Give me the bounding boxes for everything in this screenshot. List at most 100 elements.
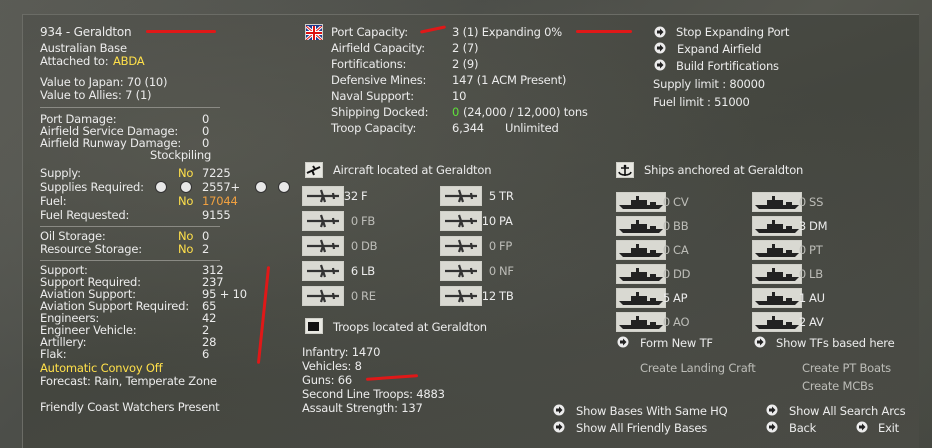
ship-type-code: CV <box>673 195 689 209</box>
supply-flag[interactable]: No <box>178 167 193 180</box>
fuel-value: 17044 <box>202 194 238 208</box>
show-all-search-arcs-button[interactable]: Show All Search Arcs <box>789 405 906 418</box>
show-tfs-based-here-button[interactable]: Show TFs based here <box>776 337 895 350</box>
troops-infantry: Infantry: 1470 <box>302 345 381 359</box>
ship-count: 0 <box>662 195 670 209</box>
forecast: Forecast: Rain, Temperate Zone <box>40 374 217 388</box>
troops-guns: Guns: 66 <box>302 373 353 387</box>
aircraft-type-code: TB <box>499 289 514 303</box>
show-bases-same-hq-button[interactable]: Show Bases With Same HQ <box>576 405 728 418</box>
ship-type-code: SS <box>809 195 824 209</box>
ship-count: 5 <box>662 291 670 305</box>
form-new-tf-button[interactable]: Form New TF <box>640 337 713 350</box>
aircraft-type-code: LB <box>361 264 375 278</box>
shipping-docked-value: (24,000 / 12,000) tons <box>463 105 588 119</box>
shipping-docked-count: 0 <box>452 105 460 119</box>
ship-count: 3 <box>798 219 806 233</box>
supply-value: 7225 <box>202 166 231 180</box>
supply-increase-button[interactable] <box>255 181 267 193</box>
back-button[interactable]: Back <box>789 422 816 435</box>
ship-count: 1 <box>798 291 806 305</box>
aircraft-count: 0 <box>488 239 496 253</box>
arrow-right-icon[interactable] <box>553 404 565 416</box>
supply-decrease-big-button[interactable] <box>155 181 167 193</box>
troop-capacity-label: Troop Capacity: <box>331 121 417 135</box>
attached-label: Attached to: <box>40 54 109 68</box>
defensive-mines-label: Defensive Mines: <box>331 73 427 87</box>
flak-value: 6 <box>202 347 210 361</box>
ship-type-code: PT <box>809 243 823 257</box>
exit-button[interactable]: Exit <box>878 422 899 435</box>
stockpiling-label: Stockpiling <box>150 148 212 162</box>
build-fortifications-button[interactable]: Build Fortifications <box>676 60 779 73</box>
value-allies: Value to Allies: 7 (1) <box>40 88 152 102</box>
supplies-required-label: Supplies Required: <box>40 180 144 194</box>
aircraft-type-code: PA <box>499 214 513 228</box>
arrow-right-icon[interactable] <box>654 59 666 71</box>
expand-airfield-button[interactable]: Expand Airfield <box>677 43 761 56</box>
defensive-mines-value: 147 (1 ACM Present) <box>452 73 567 87</box>
attached-value[interactable]: ABDA <box>113 55 145 68</box>
naval-support-label: Naval Support: <box>331 89 414 103</box>
ship-count: 0 <box>662 315 670 329</box>
fuel-requested-label: Fuel Requested: <box>40 208 130 222</box>
resource-storage-flag[interactable]: No <box>178 243 193 256</box>
divider <box>40 107 220 108</box>
ship-count: 0 <box>662 219 670 233</box>
aircraft-type-code: TR <box>499 189 514 203</box>
create-landing-craft-button[interactable]: Create Landing Craft <box>640 362 756 375</box>
arrow-right-icon[interactable] <box>766 421 778 433</box>
port-capacity-label: Port Capacity: <box>331 25 408 39</box>
ships-header: Ships anchored at Geraldton <box>644 163 804 177</box>
ship-type-code: AV <box>809 315 824 329</box>
create-pt-boats-button[interactable]: Create PT Boats <box>802 362 891 375</box>
ship-type-code: DM <box>809 219 828 233</box>
arrow-right-icon[interactable] <box>617 336 629 348</box>
ship-type-code: CA <box>673 243 689 257</box>
show-all-friendly-bases-button[interactable]: Show All Friendly Bases <box>576 422 707 435</box>
arrow-right-icon[interactable] <box>654 42 666 54</box>
arrow-right-icon[interactable] <box>654 26 666 38</box>
aircraft-type-code: NF <box>499 264 514 278</box>
ship-type-code: BB <box>673 219 689 233</box>
naval-support-value: 10 <box>452 89 467 103</box>
supplies-required-value: 2557+ <box>202 180 240 194</box>
divider <box>40 226 220 227</box>
resource-storage-value: 2 <box>202 242 210 256</box>
base-title: 934 - Geraldton <box>40 25 132 39</box>
port-capacity-value: 3 (1) Expanding 0% <box>452 25 563 39</box>
fuel-requested-value: 9155 <box>202 208 231 222</box>
ship-type-code: DD <box>673 267 691 281</box>
aircraft-count: 12 <box>481 289 496 303</box>
arrow-right-icon[interactable] <box>553 421 565 433</box>
supply-increase-big-button[interactable] <box>278 181 290 193</box>
troops-assault-strength: Assault Strength: 137 <box>302 401 423 415</box>
aircraft-count: 0 <box>350 289 358 303</box>
flag-icon <box>305 318 323 334</box>
ship-type-code: AO <box>673 315 690 329</box>
ship-count: 0 <box>798 267 806 281</box>
ship-type-code: AP <box>673 291 688 305</box>
supply-label: Supply: <box>40 166 81 180</box>
coast-watchers: Friendly Coast Watchers Present <box>40 400 220 414</box>
fortifications-label: Fortifications: <box>331 57 407 71</box>
fuel-limit: Fuel limit : 51000 <box>653 95 750 109</box>
ship-count: 0 <box>662 267 670 281</box>
aircraft-count: 10 <box>481 214 496 228</box>
aircraft-icon <box>305 162 323 178</box>
aircraft-count: 32 <box>343 189 358 203</box>
ship-type-code: AU <box>809 291 825 305</box>
aircraft-count: 0 <box>350 239 358 253</box>
troops-vehicles: Vehicles: 8 <box>302 359 362 373</box>
arrow-right-icon[interactable] <box>766 404 778 416</box>
arrow-right-icon[interactable] <box>754 336 766 348</box>
aircraft-count: 0 <box>350 214 358 228</box>
troops-header: Troops located at Geraldton <box>333 320 487 334</box>
resource-storage-label: Resource Storage: <box>40 242 142 256</box>
supply-decrease-button[interactable] <box>180 181 192 193</box>
arrow-right-icon[interactable] <box>856 421 868 433</box>
fuel-flag[interactable]: No <box>178 195 193 208</box>
troop-capacity-unlimited: Unlimited <box>505 121 559 135</box>
create-mcbs-button[interactable]: Create MCBs <box>802 380 874 393</box>
stop-expanding-port-button[interactable]: Stop Expanding Port <box>676 26 789 39</box>
